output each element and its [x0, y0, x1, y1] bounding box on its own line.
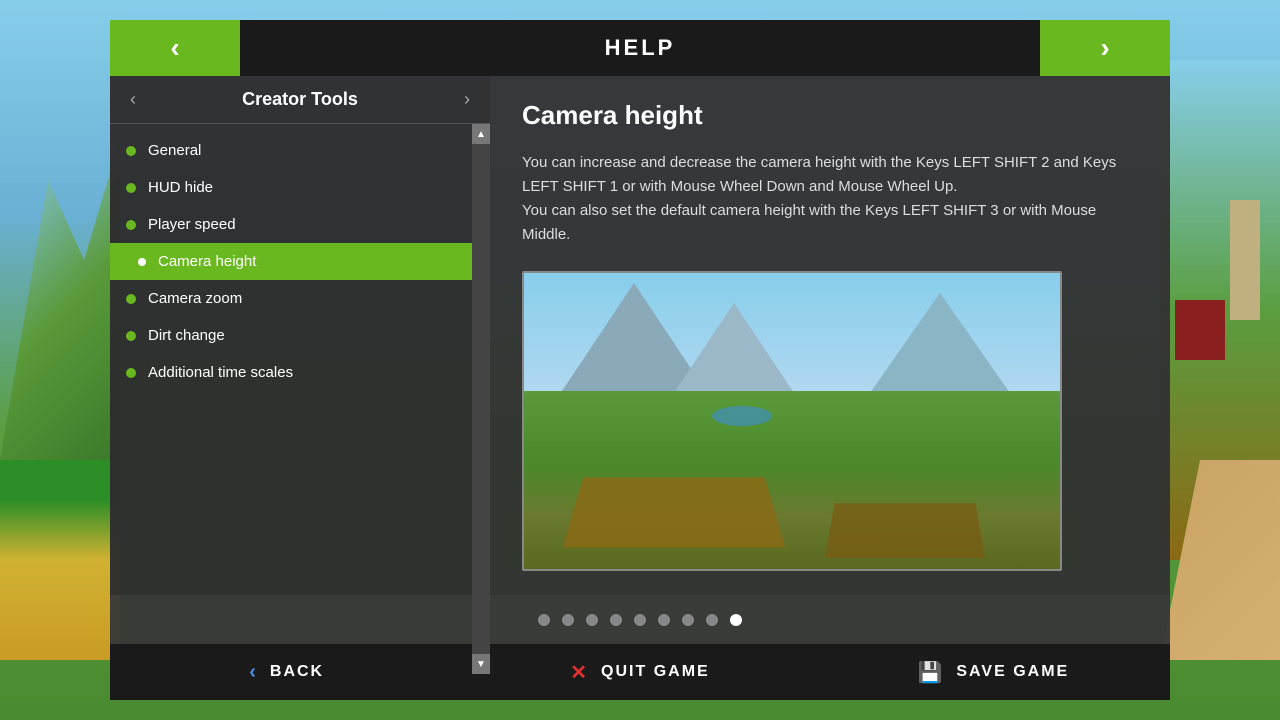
sidebar-label-camera-zoom: Camera zoom: [148, 290, 242, 307]
dot-9[interactable]: [730, 614, 742, 626]
bullet-general: [126, 146, 136, 156]
bullet-camera-zoom: [126, 294, 136, 304]
nav-prev-button[interactable]: ‹: [110, 20, 240, 76]
nav-next-button[interactable]: ›: [1040, 20, 1170, 76]
sidebar-header: ‹ Creator Tools ›: [110, 76, 490, 124]
sidebar-label-player-speed: Player speed: [148, 216, 236, 233]
sidebar: ‹ Creator Tools › General HUD hide: [110, 76, 490, 595]
back-button[interactable]: ‹ BACK: [110, 644, 463, 700]
save-label: SAVE GAME: [956, 663, 1069, 681]
header-title-bar: HELP: [240, 20, 1040, 76]
content-title: Camera height: [522, 100, 1138, 131]
bg-sunflowers: [0, 460, 120, 660]
top-bar: ‹ HELP ›: [110, 20, 1170, 76]
quit-label: QUIT GAME: [601, 663, 710, 681]
sidebar-title: Creator Tools: [242, 89, 358, 110]
scroll-track: [472, 144, 490, 595]
sidebar-arrow-left[interactable]: ‹: [126, 85, 140, 114]
sidebar-scrollbar: ▲ ▼: [472, 124, 490, 595]
nav-prev-icon: ‹: [170, 32, 179, 64]
save-button[interactable]: 💾 SAVE GAME: [817, 644, 1170, 700]
bullet-camera-height: [138, 258, 146, 266]
img-mountain2: [674, 303, 794, 393]
nav-next-icon: ›: [1100, 32, 1109, 64]
sidebar-items-list: General HUD hide Player speed Camera hei…: [110, 124, 490, 595]
dot-4[interactable]: [610, 614, 622, 626]
content-paragraph1: You can increase and decrease the camera…: [522, 151, 1138, 247]
sidebar-item-additional-time-scales[interactable]: Additional time scales: [110, 354, 472, 391]
bullet-hud-hide: [126, 183, 136, 193]
main-content: Camera height You can increase and decre…: [490, 76, 1170, 595]
bullet-dirt-change: [126, 331, 136, 341]
dot-2[interactable]: [562, 614, 574, 626]
img-mountain3: [870, 293, 1010, 393]
sidebar-item-general[interactable]: General: [110, 132, 472, 169]
sidebar-label-hud-hide: HUD hide: [148, 179, 213, 196]
dot-5[interactable]: [634, 614, 646, 626]
sidebar-item-hud-hide[interactable]: HUD hide: [110, 169, 472, 206]
back-label: BACK: [270, 663, 324, 681]
sidebar-label-camera-height: Camera height: [158, 253, 256, 270]
img-fields1: [563, 478, 785, 548]
content-area: ‹ Creator Tools › General HUD hide: [110, 76, 1170, 595]
back-icon: ‹: [249, 661, 258, 684]
main-panel: ‹ HELP › ‹ Creator Tools › General: [110, 20, 1170, 700]
dot-3[interactable]: [586, 614, 598, 626]
save-icon: 💾: [917, 660, 944, 685]
bullet-additional-time-scales: [126, 368, 136, 378]
quit-icon: ✕: [570, 660, 589, 685]
header-title: HELP: [605, 35, 676, 61]
dot-1[interactable]: [538, 614, 550, 626]
scroll-up-button[interactable]: ▲: [472, 124, 490, 144]
sidebar-label-general: General: [148, 142, 201, 159]
dot-8[interactable]: [706, 614, 718, 626]
quit-button[interactable]: ✕ QUIT GAME: [463, 644, 816, 700]
dot-6[interactable]: [658, 614, 670, 626]
sidebar-arrow-right[interactable]: ›: [460, 85, 474, 114]
img-fields2: [825, 503, 985, 558]
sidebar-item-player-speed[interactable]: Player speed: [110, 206, 472, 243]
bullet-player-speed: [126, 220, 136, 230]
content-image: [522, 271, 1062, 571]
bg-silo: [1230, 200, 1260, 320]
dots-indicator-bar: [110, 595, 1170, 644]
bg-barn: [1175, 300, 1225, 360]
sidebar-label-additional-time-scales: Additional time scales: [148, 364, 293, 381]
bottom-bar: ‹ BACK ✕ QUIT GAME 💾 SAVE GAME: [110, 644, 1170, 700]
sidebar-item-dirt-change[interactable]: Dirt change: [110, 317, 472, 354]
sidebar-item-camera-zoom[interactable]: Camera zoom: [110, 280, 472, 317]
sidebar-item-camera-height[interactable]: Camera height: [110, 243, 472, 280]
sidebar-label-dirt-change: Dirt change: [148, 327, 225, 344]
dot-7[interactable]: [682, 614, 694, 626]
img-water: [712, 406, 772, 426]
